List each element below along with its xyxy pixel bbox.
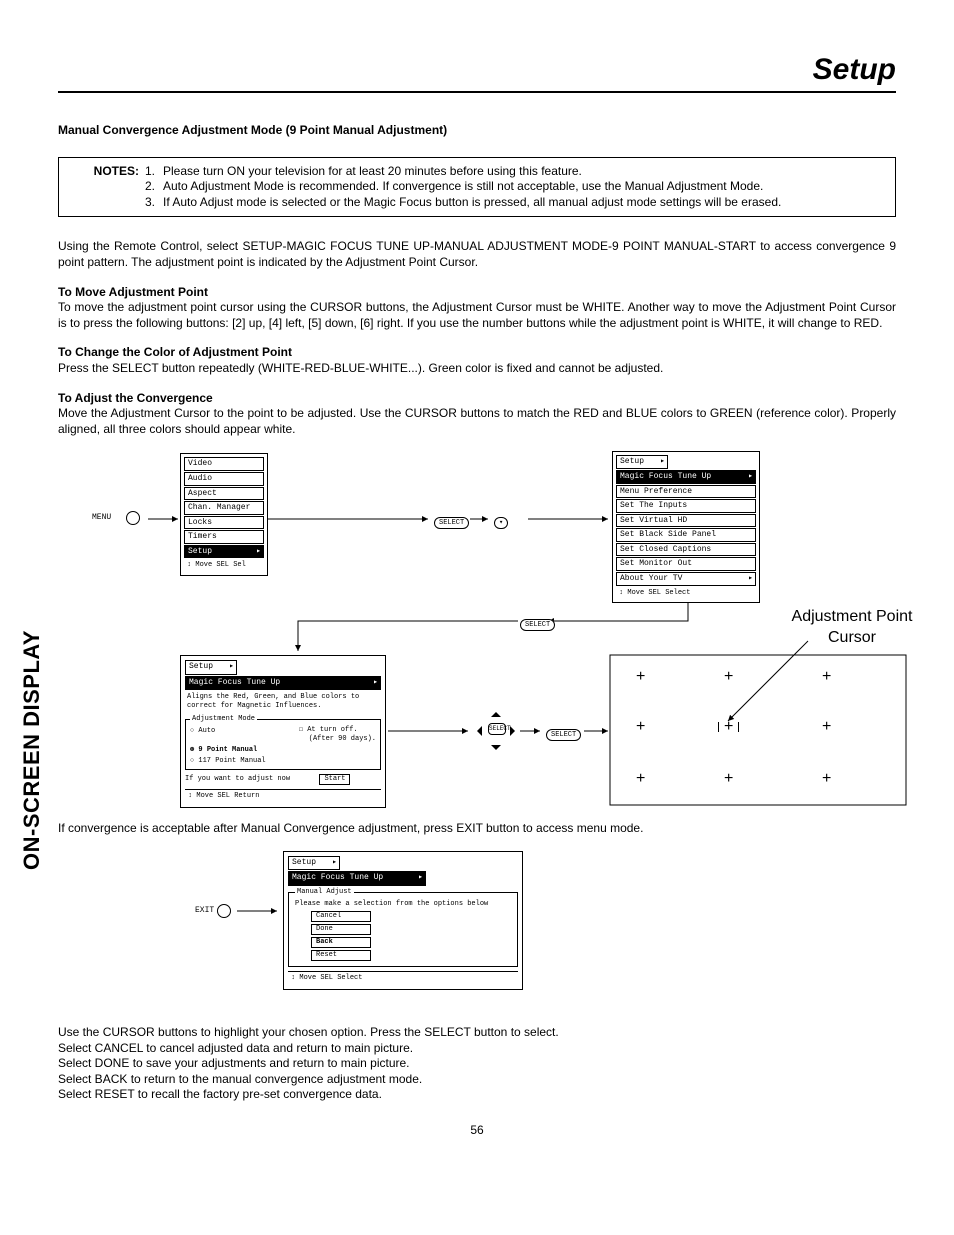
cross-icon: + bbox=[724, 669, 733, 685]
header-rule bbox=[58, 91, 896, 93]
notes-num: 2. bbox=[145, 179, 163, 195]
chk-after-90: (After 90 days). bbox=[299, 735, 376, 743]
color-title: To Change the Color of Adjustment Point bbox=[58, 345, 896, 361]
menu1-item[interactable]: Chan. Manager bbox=[184, 501, 264, 515]
menu4-opt[interactable]: Done bbox=[311, 924, 371, 935]
menu1-item[interactable]: Locks bbox=[184, 516, 264, 530]
select-button[interactable]: SELECT bbox=[546, 729, 581, 741]
menu4: Setup Magic Focus Tune Up Manual Adjust … bbox=[283, 851, 523, 990]
menu1: Video Audio Aspect Chan. Manager Locks T… bbox=[180, 453, 268, 576]
notes-num: 1. bbox=[145, 164, 163, 180]
chk-at-turn-off[interactable]: At turn off. bbox=[299, 726, 358, 734]
page-header-title: Setup bbox=[58, 50, 896, 89]
radio-117-point[interactable]: 117 Point Manual bbox=[190, 756, 376, 767]
menu1-foot: ↕ Move SEL Sel bbox=[184, 559, 264, 571]
menu3-desc: Aligns the Red, Green, and Blue colors t… bbox=[185, 691, 381, 713]
color-text: Press the SELECT button repeatedly (WHIT… bbox=[58, 361, 896, 377]
menu3-foot: ↕ Move SEL Return bbox=[185, 789, 381, 803]
menu-button-icon[interactable] bbox=[126, 511, 140, 525]
menu2-item[interactable]: About Your TV bbox=[616, 572, 756, 586]
side-label: ON-SCREEN DISPLAY bbox=[18, 630, 47, 870]
after-adjust-text: If convergence is acceptable after Manua… bbox=[58, 821, 896, 837]
select-button[interactable]: SELECT bbox=[520, 619, 555, 631]
cross-icon: + bbox=[822, 771, 831, 787]
if-adjust-label: If you want to adjust now bbox=[185, 775, 290, 783]
exit-figure: EXIT Setup Magic Focus Tune Up Manual Ad… bbox=[167, 851, 787, 1011]
cross-icon: + bbox=[636, 719, 645, 735]
tail-3: Select DONE to save your adjustments and… bbox=[58, 1056, 896, 1072]
cross-icon: + bbox=[724, 771, 733, 787]
menu4-sub-selected[interactable]: Magic Focus Tune Up bbox=[288, 871, 426, 885]
dpad-up-icon[interactable] bbox=[491, 707, 501, 717]
tail-1: Use the CURSOR buttons to highlight your… bbox=[58, 1025, 896, 1041]
exit-button-icon[interactable] bbox=[217, 904, 231, 918]
cross-icon: + bbox=[636, 771, 645, 787]
cross-icon-selected: + bbox=[724, 719, 733, 735]
menu2-item[interactable]: Set Virtual HD bbox=[616, 514, 756, 528]
manual-adjust-legend: Manual Adjust bbox=[295, 888, 354, 897]
notes-3: If Auto Adjust mode is selected or the M… bbox=[163, 195, 885, 211]
menu2-item[interactable]: Set Black Side Panel bbox=[616, 528, 756, 542]
page-number: 56 bbox=[58, 1123, 896, 1139]
tail-5: Select RESET to recall the factory pre-s… bbox=[58, 1087, 896, 1103]
move-title: To Move Adjustment Point bbox=[58, 285, 896, 301]
dpad-left-icon[interactable] bbox=[472, 726, 482, 736]
menu1-item[interactable]: Video bbox=[184, 457, 264, 471]
tail-2: Select CANCEL to cancel adjusted data an… bbox=[58, 1041, 896, 1057]
notes-num: 3. bbox=[145, 195, 163, 211]
flow-figure: MENU Video Audio Aspect Chan. Manager Lo… bbox=[88, 451, 908, 811]
menu4-prompt: Please make a selection from the options… bbox=[295, 900, 511, 909]
move-text: To move the adjustment point cursor usin… bbox=[58, 300, 896, 331]
section-main-title: Manual Convergence Adjustment Mode (9 Po… bbox=[58, 123, 896, 139]
menu3: Setup Magic Focus Tune Up Aligns the Red… bbox=[180, 655, 386, 808]
adjust-title: To Adjust the Convergence bbox=[58, 391, 896, 407]
menu4-title: Setup bbox=[288, 856, 340, 870]
down-button[interactable]: ▾ bbox=[494, 517, 508, 529]
intro-paragraph: Using the Remote Control, select SETUP-M… bbox=[58, 239, 896, 270]
radio-auto[interactable]: Auto bbox=[190, 726, 215, 744]
cross-icon: + bbox=[636, 669, 645, 685]
menu4-opt[interactable]: Reset bbox=[311, 950, 371, 961]
tail-4: Select BACK to return to the manual conv… bbox=[58, 1072, 896, 1088]
radio-9-point[interactable]: 9 Point Manual bbox=[190, 745, 376, 756]
menu3-sub-selected[interactable]: Magic Focus Tune Up bbox=[185, 676, 381, 690]
notes-box: NOTES: 1. Please turn ON your television… bbox=[58, 157, 896, 218]
menu2-title: Setup bbox=[616, 455, 668, 469]
menu4-opt-selected[interactable]: Back bbox=[311, 937, 371, 948]
menu-label: MENU bbox=[92, 513, 111, 523]
manual-adjust-fieldset: Manual Adjust Please make a selection fr… bbox=[288, 888, 518, 968]
cross-icon: + bbox=[822, 719, 831, 735]
exit-label: EXIT bbox=[195, 906, 214, 916]
menu4-opt[interactable]: Cancel bbox=[311, 911, 371, 922]
notes-label: NOTES: bbox=[69, 164, 145, 180]
menu2: Setup Magic Focus Tune Up Menu Preferenc… bbox=[612, 451, 760, 603]
dpad-select[interactable]: SELECT bbox=[488, 723, 506, 735]
cross-icon: + bbox=[822, 669, 831, 685]
menu2-item[interactable]: Set Monitor Out bbox=[616, 557, 756, 571]
menu1-item[interactable]: Timers bbox=[184, 530, 264, 544]
menu4-foot: ↕ Move SEL Select bbox=[288, 971, 518, 985]
menu3-title: Setup bbox=[185, 660, 237, 674]
dpad-down-icon[interactable] bbox=[491, 745, 501, 755]
menu2-foot: ↕ Move SEL Select bbox=[616, 587, 756, 599]
menu2-item[interactable]: Set Closed Captions bbox=[616, 543, 756, 557]
notes-2: Auto Adjustment Mode is recommended. If … bbox=[163, 179, 885, 195]
menu1-item[interactable]: Audio bbox=[184, 472, 264, 486]
menu2-item[interactable]: Set The Inputs bbox=[616, 499, 756, 513]
menu2-item[interactable]: Menu Preference bbox=[616, 485, 756, 499]
notes-1: Please turn ON your television for at le… bbox=[163, 164, 885, 180]
adjustment-mode-legend: Adjustment Mode bbox=[190, 715, 257, 724]
start-button[interactable]: Start bbox=[319, 774, 350, 785]
select-button[interactable]: SELECT bbox=[434, 517, 469, 529]
dpad[interactable]: SELECT bbox=[474, 709, 518, 753]
adjustment-mode-fieldset: Adjustment Mode Auto At turn off. (After… bbox=[185, 715, 381, 769]
menu1-item[interactable]: Aspect bbox=[184, 487, 264, 501]
adjustment-point-label: Adjustment PointCursor bbox=[782, 607, 922, 649]
adjust-text: Move the Adjustment Cursor to the point … bbox=[58, 406, 896, 437]
dpad-right-icon[interactable] bbox=[510, 726, 520, 736]
menu1-item-selected[interactable]: Setup bbox=[184, 545, 264, 559]
menu2-item-selected[interactable]: Magic Focus Tune Up bbox=[616, 470, 756, 484]
